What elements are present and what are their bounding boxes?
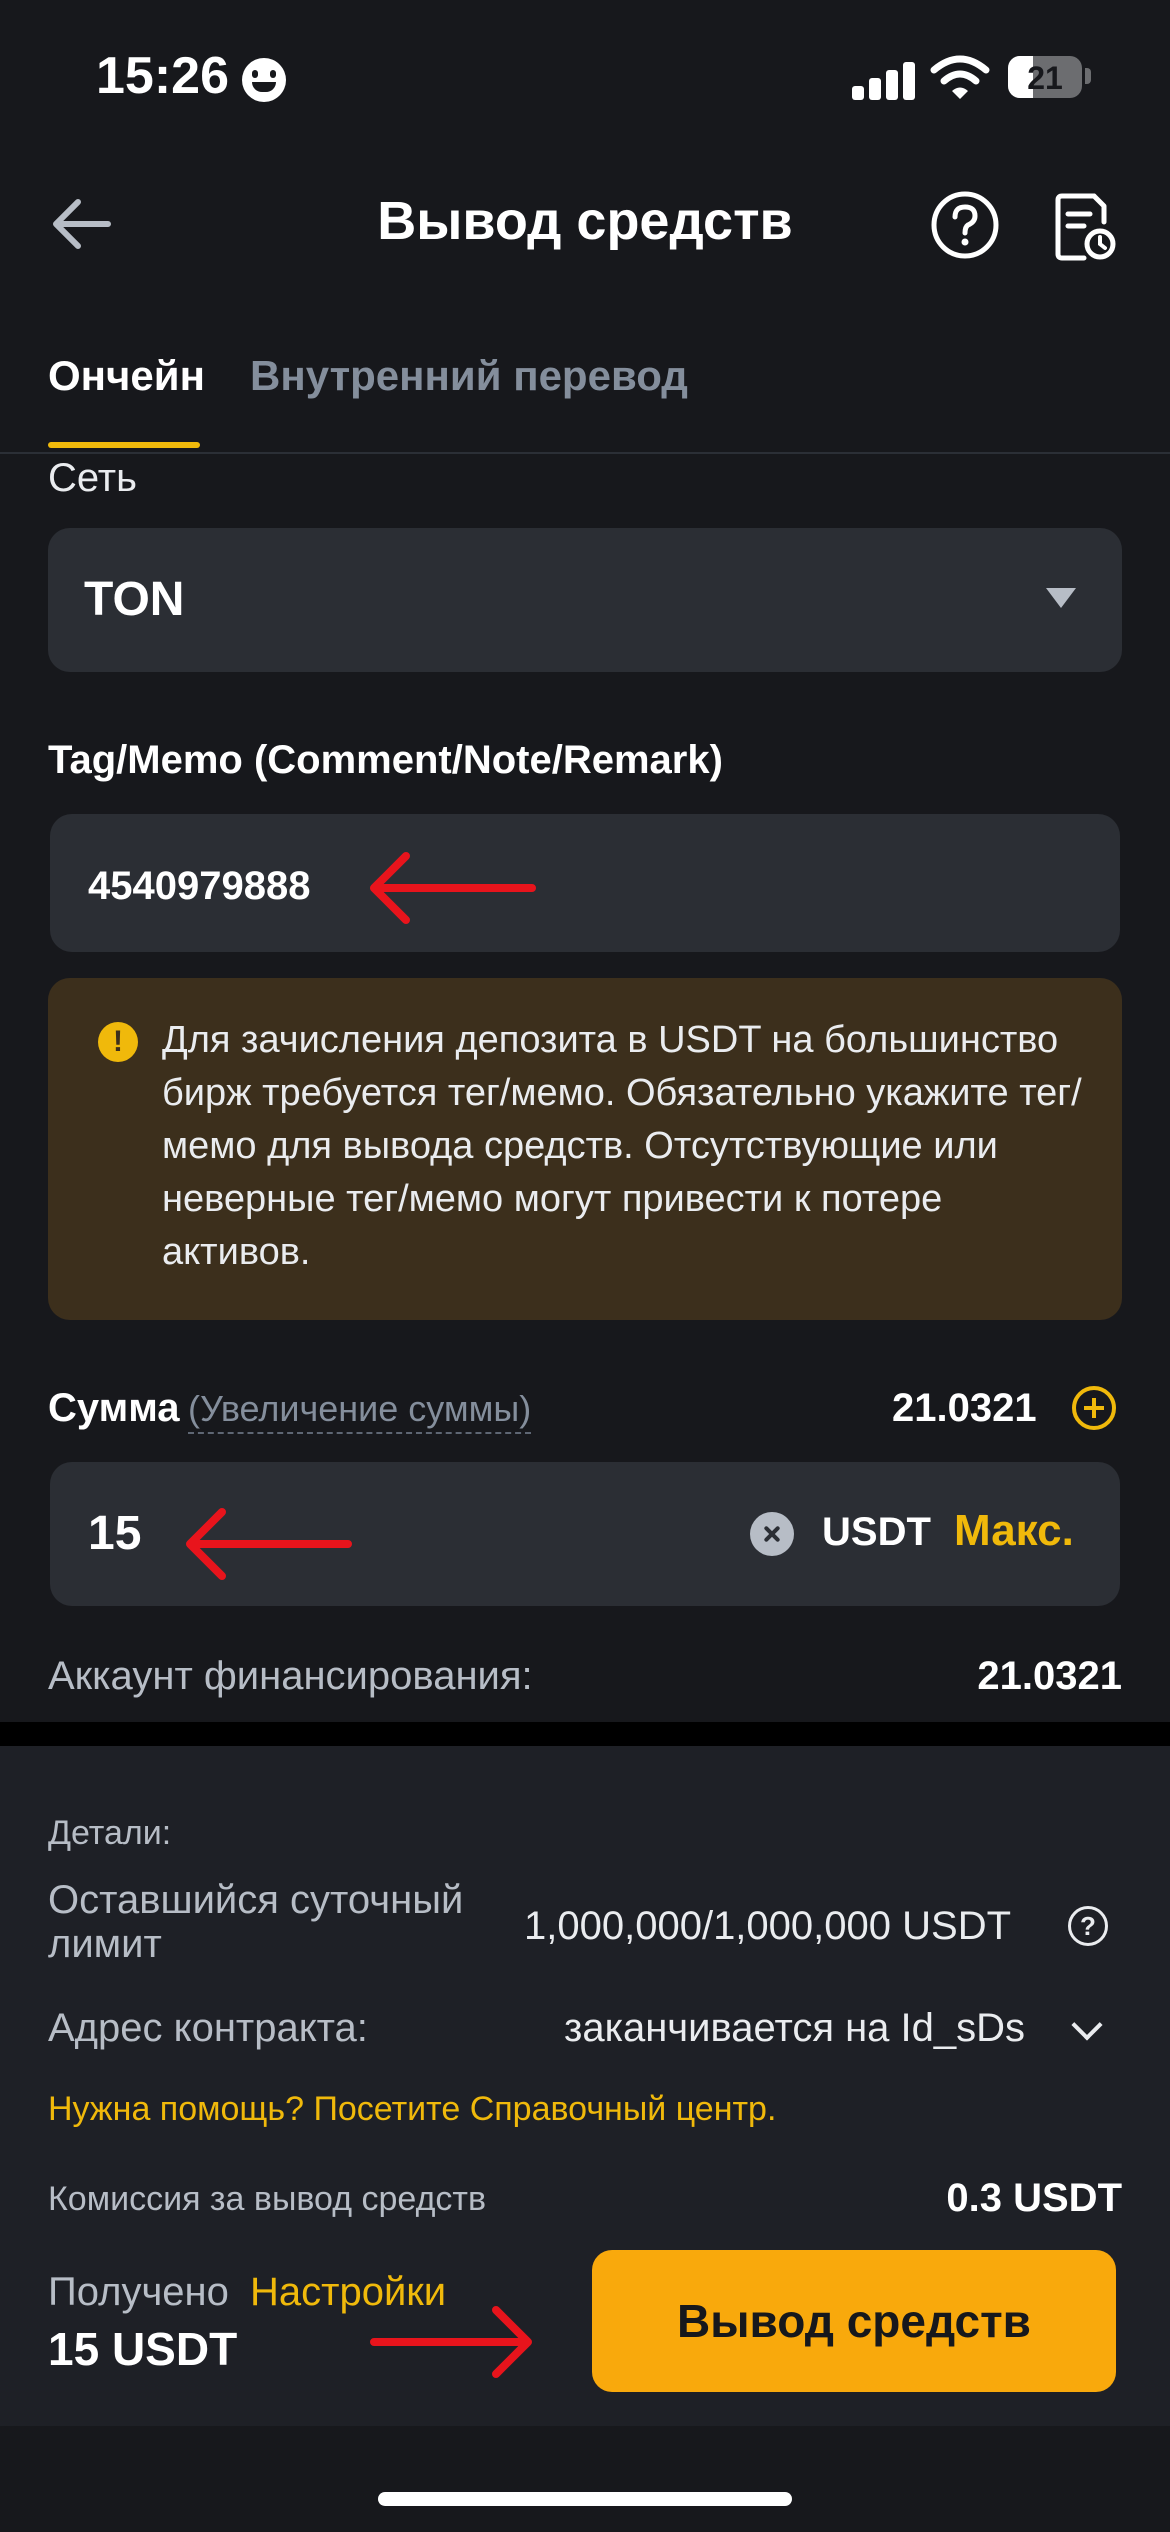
memo-value: 4540979888 — [88, 864, 311, 908]
battery-level: 21 — [1027, 60, 1063, 96]
received-value: 15 USDT — [48, 2323, 238, 2375]
fee-value: 0.3 USDT — [946, 2176, 1122, 2220]
plus-circle-icon[interactable] — [1072, 1386, 1116, 1430]
help-icon[interactable] — [930, 190, 1000, 260]
clear-icon[interactable] — [750, 1512, 794, 1556]
history-icon[interactable] — [1054, 192, 1116, 262]
received-label: Получено — [48, 2270, 229, 2314]
network-value: TON — [84, 573, 185, 626]
funding-account-label: Аккаунт финансирования: — [48, 1654, 533, 1698]
details-label: Детали: — [48, 1814, 172, 1852]
help-center-link[interactable]: Нужна помощь? Посетите Справочный центр. — [48, 2090, 776, 2129]
network-select[interactable]: TON — [48, 528, 1122, 672]
battery-icon: 21 — [1008, 56, 1082, 98]
max-button[interactable]: Макс. — [954, 1506, 1074, 1556]
tabs-divider — [0, 452, 1170, 454]
memo-warning-banner: ! Для зачисления депозита в USDT на боль… — [48, 978, 1122, 1320]
smiley-status-icon — [242, 58, 286, 102]
warning-icon: ! — [98, 1022, 138, 1062]
memo-label: Tag/Memo (Comment/Note/Remark) — [48, 738, 723, 782]
funding-account-value: 21.0321 — [977, 1654, 1122, 1698]
daily-limit-value: 1,000,000/1,000,000 USDT — [524, 1904, 1012, 1948]
amount-input[interactable]: 15 USDT Макс. — [50, 1462, 1120, 1606]
amount-value: 15 — [88, 1507, 142, 1560]
warning-text: Для зачисления депозита в USDT на больши… — [162, 1019, 1082, 1273]
withdraw-button[interactable]: Вывод средств — [592, 2250, 1116, 2392]
memo-input[interactable]: 4540979888 — [50, 814, 1120, 952]
tab-active-indicator — [48, 442, 200, 448]
contract-address-label: Адрес контракта: — [48, 2006, 368, 2050]
settings-link[interactable]: Настройки — [250, 2270, 446, 2315]
amount-balance: 21.0321 — [892, 1386, 1037, 1430]
network-label: Сеть — [48, 456, 137, 500]
section-divider — [0, 1722, 1170, 1746]
limit-help-icon[interactable]: ? — [1068, 1906, 1108, 1946]
tab-internal-transfer[interactable]: Внутренний перевод — [250, 352, 688, 400]
daily-limit-label: Оставшийся суточный лимит — [48, 1878, 464, 1966]
fee-label: Комиссия за вывод средств — [48, 2180, 487, 2218]
amount-currency: USDT — [822, 1510, 931, 1554]
caret-down-icon — [1046, 588, 1076, 608]
cellular-signal-icon — [852, 60, 916, 100]
amount-label: Сумма — [48, 1386, 180, 1430]
home-indicator[interactable] — [378, 2492, 792, 2506]
tab-onchain[interactable]: Ончейн — [48, 352, 205, 400]
amount-increase-link[interactable]: (Увеличение суммы) — [188, 1388, 532, 1434]
battery-cap — [1085, 68, 1091, 84]
status-time: 15:26 — [96, 47, 229, 105]
wifi-icon — [930, 55, 990, 99]
contract-address-value[interactable]: заканчивается на Id_sDs — [564, 2006, 1025, 2051]
